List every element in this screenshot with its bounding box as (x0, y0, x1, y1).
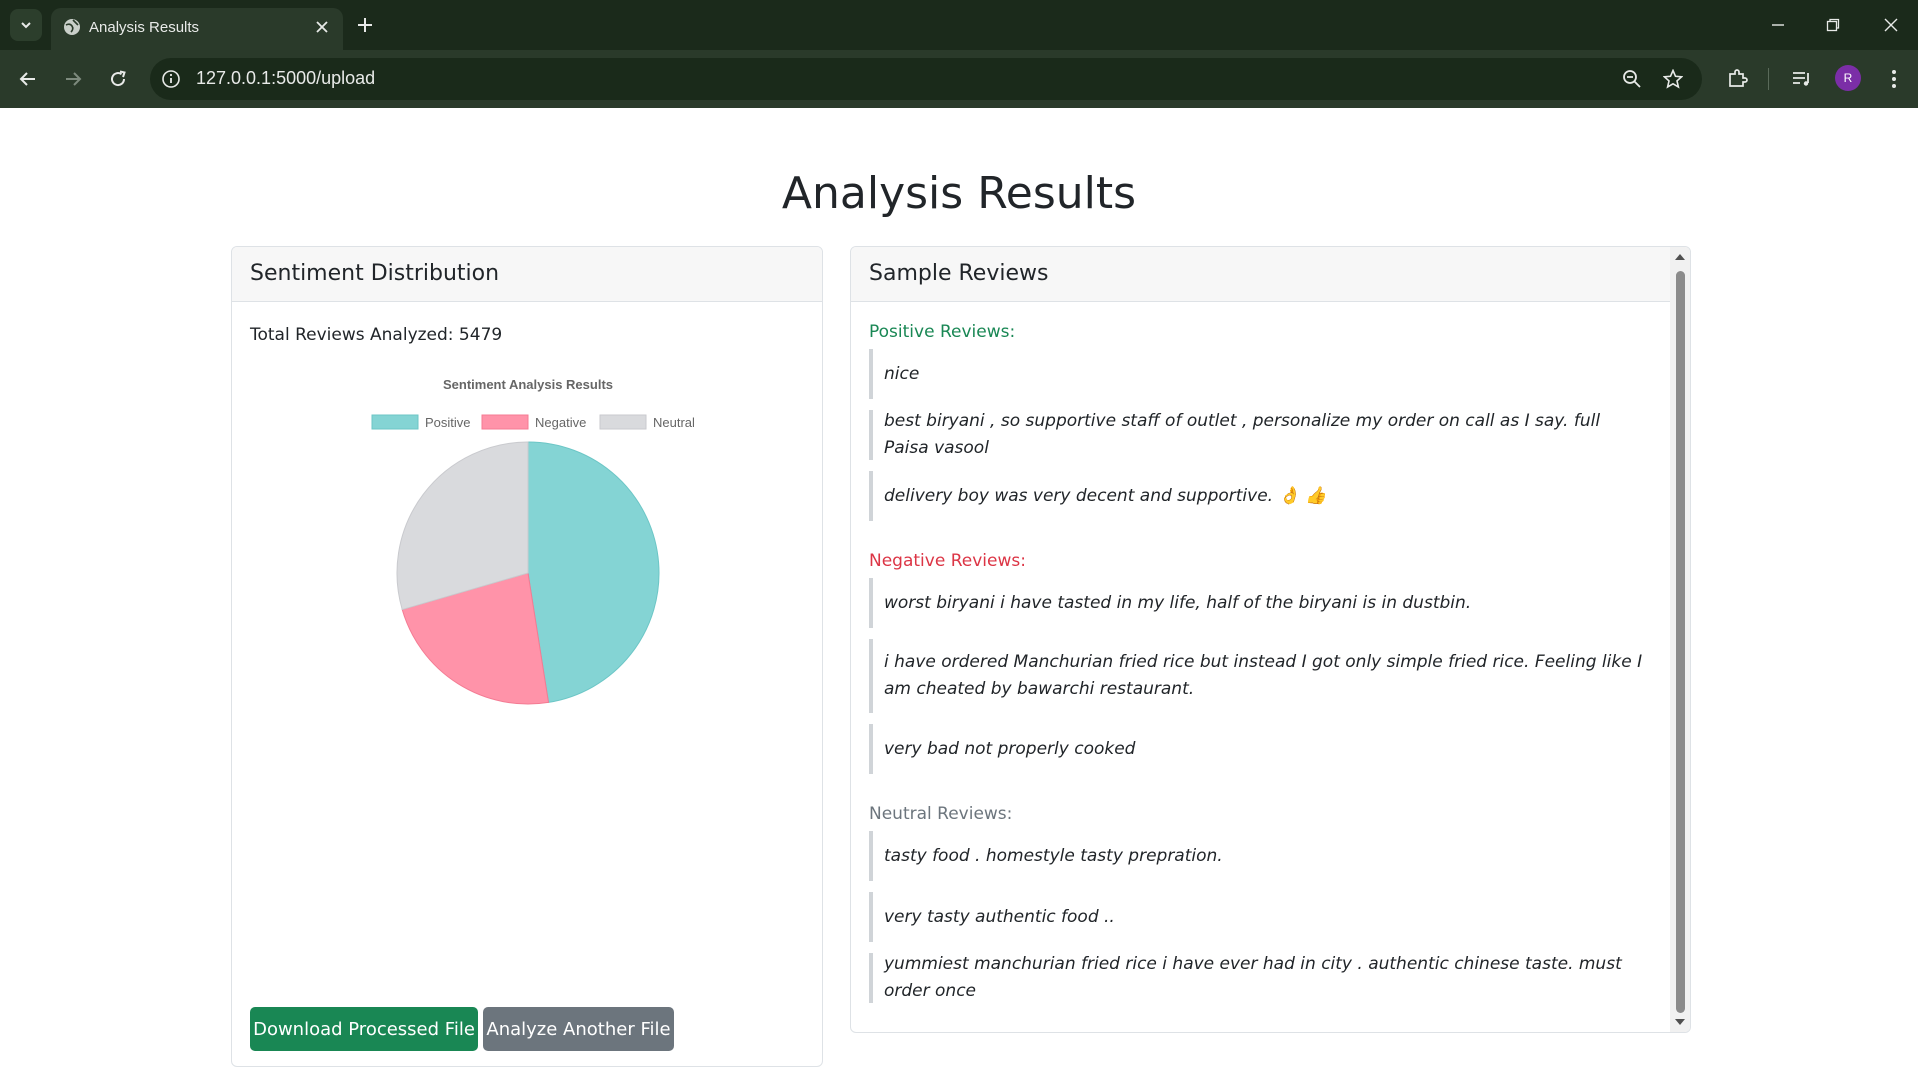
more-vert-icon (1892, 70, 1896, 88)
legend-item-negative[interactable]: Negative (481, 414, 586, 430)
card-header: Sample Reviews (851, 247, 1670, 302)
pie-slices (396, 441, 660, 705)
reload-icon (111, 70, 126, 87)
review-quote: delivery boy was very decent and support… (869, 471, 1646, 521)
review-quote: nice (869, 349, 1646, 399)
browser-menu-button[interactable] (1880, 65, 1908, 93)
legend-label: Negative (535, 415, 586, 430)
chevron-down-icon (21, 22, 31, 29)
review-quote: tasty food . homestyle tasty prepration. (869, 831, 1646, 881)
review-quote: i have ordered Manchurian fried rice but… (869, 639, 1646, 713)
card-title: Sample Reviews (869, 261, 1049, 286)
close-tab-icon[interactable] (311, 16, 333, 38)
bookmark-star-icon[interactable] (1661, 67, 1685, 91)
page-title: Analysis Results (781, 168, 1137, 219)
legend-swatch (599, 414, 647, 430)
review-quote: very tasty authentic food .. (869, 892, 1646, 942)
restore-button[interactable] (1818, 10, 1848, 40)
media-controls-button[interactable] (1788, 65, 1816, 93)
close-window-button[interactable] (1876, 10, 1906, 40)
chart-legend: Positive Negative Neutral (371, 414, 695, 430)
scroll-up-arrow-icon[interactable] (1670, 249, 1690, 265)
reload-button[interactable] (102, 63, 134, 95)
legend-item-positive[interactable]: Positive (371, 414, 471, 430)
close-icon (1884, 18, 1898, 32)
media-queue-icon (1793, 72, 1809, 86)
legend-item-neutral[interactable]: Neutral (599, 414, 695, 430)
toolbar-separator (1768, 68, 1769, 90)
negative-reviews-title: Negative Reviews: (869, 551, 1026, 571)
legend-swatch (481, 414, 529, 430)
arrow-right-icon (66, 72, 82, 86)
review-quote: yummiest manchurian fried rice i have ev… (869, 953, 1646, 1003)
reviews-scrollbar[interactable] (1670, 247, 1690, 1032)
legend-swatch (371, 414, 419, 430)
site-info-icon[interactable] (161, 69, 181, 93)
browser-tab[interactable]: Analysis Results (51, 8, 343, 50)
legend-label: Positive (425, 415, 471, 430)
address-bar[interactable]: 127.0.0.1:5000/upload (150, 58, 1702, 100)
sample-reviews-card: Sample Reviews Positive Reviews: nice be… (850, 246, 1691, 1033)
review-quote: very bad not properly cooked (869, 724, 1646, 774)
zoom-icon[interactable] (1620, 67, 1644, 91)
scroll-down-arrow-icon[interactable] (1670, 1014, 1690, 1030)
back-button[interactable] (12, 63, 44, 95)
forward-button[interactable] (57, 63, 89, 95)
tab-strip: Analysis Results (0, 0, 1918, 50)
legend-label: Neutral (653, 415, 695, 430)
review-quote: best biryani , so supportive staff of ou… (869, 410, 1646, 460)
chart-title: Sentiment Analysis Results (443, 377, 613, 392)
neutral-reviews-title: Neutral Reviews: (869, 804, 1013, 824)
browser-toolbar: 127.0.0.1:5000/upload (0, 50, 1918, 108)
minimize-button[interactable] (1763, 10, 1793, 40)
tab-title: Analysis Results (89, 19, 200, 36)
url-text: 127.0.0.1:5000/upload (196, 68, 376, 88)
pie-slice-positive[interactable] (527, 441, 660, 703)
analyze-another-file-button[interactable]: Analyze Another File (483, 1007, 674, 1051)
arrow-left-icon (19, 72, 35, 86)
download-processed-file-button[interactable]: Download Processed File (250, 1007, 478, 1051)
puzzle-icon (1729, 69, 1748, 87)
extensions-button[interactable] (1723, 65, 1751, 93)
new-tab-button[interactable] (352, 12, 378, 38)
sentiment-distribution-card: Sentiment Distribution Total Reviews Ana… (231, 246, 823, 1067)
minimize-icon (1772, 24, 1784, 26)
plus-icon (358, 18, 372, 32)
sentiment-pie-chart: Sentiment Analysis Results Positive Negat… (371, 377, 695, 705)
globe-icon (62, 17, 82, 41)
profile-avatar[interactable]: R (1835, 65, 1861, 91)
scroll-thumb[interactable] (1676, 271, 1685, 1013)
tab-search-button[interactable] (10, 9, 42, 41)
reviews-list[interactable]: Positive Reviews: nice best biryani , so… (851, 302, 1670, 1032)
review-quote: worst biryani i have tasted in my life, … (869, 578, 1646, 628)
restore-icon (1826, 18, 1840, 32)
positive-reviews-title: Positive Reviews: (869, 322, 1016, 342)
